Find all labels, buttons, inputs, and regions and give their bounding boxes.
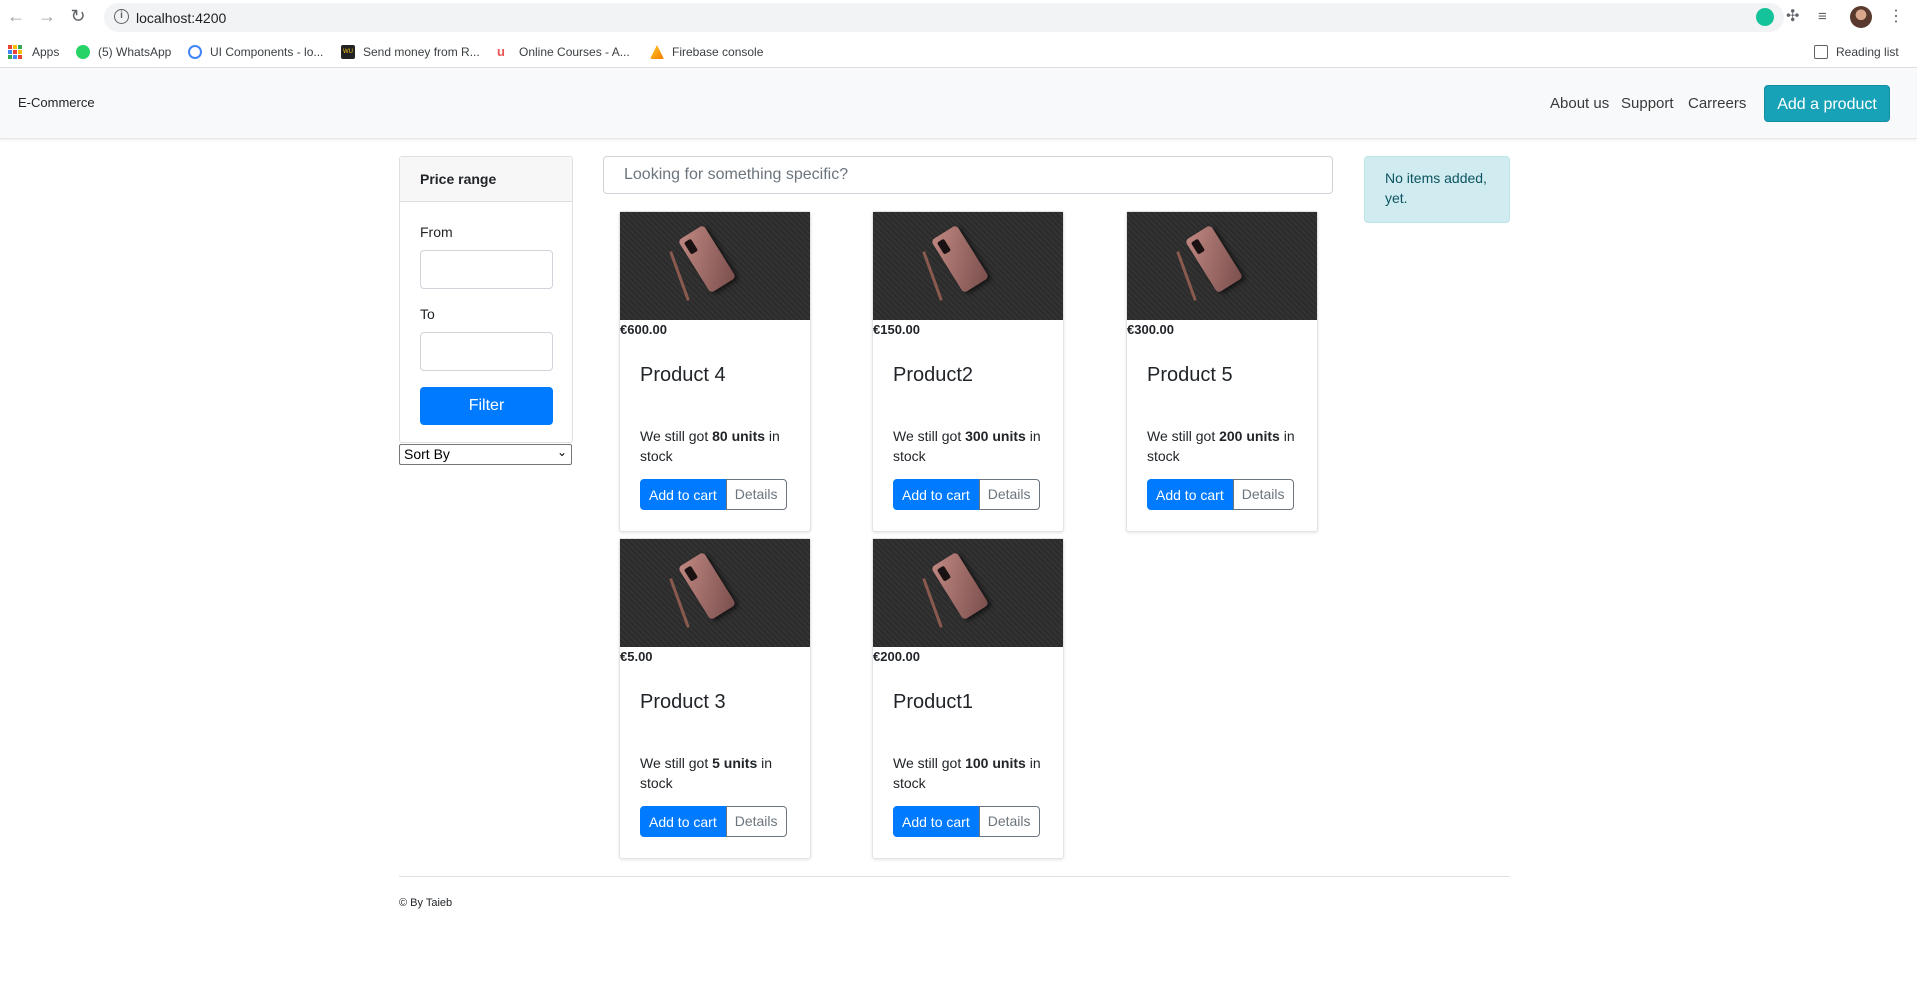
- product-image[interactable]: [620, 212, 810, 320]
- price-from-input[interactable]: [420, 250, 553, 289]
- product-card: €150.00 Product2 We still got 300 units …: [872, 211, 1064, 532]
- product-name: Product 3: [640, 691, 726, 713]
- product-actions: Add to cart Details: [1147, 479, 1294, 510]
- product-price: €200.00: [873, 649, 920, 664]
- bookmarks-bar: Apps (5) WhatsApp UI Components - lo... …: [0, 35, 1917, 68]
- menu-kebab-icon[interactable]: ⋮: [1888, 8, 1906, 26]
- from-label: From: [420, 224, 453, 240]
- wu-icon: WU: [341, 45, 355, 59]
- bookmark-apps[interactable]: Apps: [8, 43, 59, 61]
- details-button[interactable]: Details: [978, 806, 1040, 837]
- add-product-button[interactable]: Add a product: [1764, 85, 1890, 122]
- product-name: Product 5: [1147, 364, 1233, 386]
- udemy-icon: u: [497, 44, 505, 59]
- media-queue-icon[interactable]: ≡: [1818, 8, 1836, 26]
- add-to-cart-button[interactable]: Add to cart: [640, 479, 726, 510]
- sort-by-select[interactable]: Sort By ⌄: [399, 444, 572, 465]
- back-arrow-icon[interactable]: ←: [6, 6, 26, 26]
- whatsapp-icon: [76, 45, 90, 59]
- product-actions: Add to cart Details: [640, 806, 787, 837]
- bookmark-firebase[interactable]: Firebase console: [650, 43, 763, 61]
- product-price: €600.00: [620, 322, 667, 337]
- nav-about-us[interactable]: About us: [1550, 95, 1609, 112]
- product-actions: Add to cart Details: [893, 806, 1040, 837]
- footer-credit: © By Taieb: [399, 897, 453, 909]
- product-image[interactable]: [620, 539, 810, 647]
- product-stock: We still got 5 units in stock: [640, 755, 773, 791]
- sort-selected-value: Sort By: [404, 446, 450, 462]
- filter-button[interactable]: Filter: [420, 387, 553, 425]
- add-to-cart-button[interactable]: Add to cart: [640, 806, 726, 837]
- reading-list-icon: [1814, 45, 1828, 59]
- product-image[interactable]: [873, 539, 1063, 647]
- product-card: €300.00 Product 5 We still got 200 units…: [1126, 211, 1318, 532]
- product-card: €600.00 Product 4 We still got 80 units …: [619, 211, 811, 532]
- product-image[interactable]: [873, 212, 1063, 320]
- product-stock: We still got 300 units in stock: [893, 428, 1041, 464]
- add-to-cart-button[interactable]: Add to cart: [893, 806, 979, 837]
- add-to-cart-button[interactable]: Add to cart: [893, 479, 979, 510]
- reading-list[interactable]: Reading list: [1814, 43, 1899, 61]
- product-name: Product2: [893, 364, 974, 386]
- cart-empty-alert: No items added, yet.: [1364, 156, 1510, 223]
- bookmark-online-courses[interactable]: u Online Courses - A...: [497, 43, 630, 61]
- product-name: Product 4: [640, 364, 726, 386]
- browser-toolbar: ← → ↻ i localhost:4200 ☆ ✣ ≡ ⋮: [0, 0, 1917, 35]
- details-button[interactable]: Details: [1232, 479, 1294, 510]
- extensions-puzzle-icon[interactable]: ✣: [1786, 8, 1804, 26]
- reload-icon[interactable]: ↻: [68, 6, 88, 26]
- grammarly-extension-icon[interactable]: [1756, 8, 1774, 26]
- profile-avatar[interactable]: [1850, 6, 1872, 28]
- bookmark-whatsapp[interactable]: (5) WhatsApp: [76, 43, 171, 61]
- product-card: €5.00 Product 3 We still got 5 units in …: [619, 538, 811, 859]
- product-stock: We still got 80 units in stock: [640, 428, 780, 464]
- forward-arrow-icon[interactable]: →: [37, 6, 57, 26]
- bookmark-send-money[interactable]: WU Send money from R...: [341, 43, 480, 61]
- bookmark-ui-components[interactable]: UI Components - lo...: [188, 43, 323, 61]
- product-actions: Add to cart Details: [640, 479, 787, 510]
- firebase-icon: [650, 45, 664, 59]
- details-button[interactable]: Details: [978, 479, 1040, 510]
- search-input[interactable]: Looking for something specific?: [603, 156, 1333, 194]
- apps-grid-icon: [8, 45, 22, 59]
- address-bar[interactable]: i localhost:4200 ☆: [104, 3, 1784, 32]
- chevron-down-icon: ⌄: [556, 445, 567, 459]
- to-label: To: [420, 306, 435, 322]
- nav-careers[interactable]: Carreers: [1688, 95, 1746, 112]
- product-actions: Add to cart Details: [893, 479, 1040, 510]
- product-stock: We still got 100 units in stock: [893, 755, 1041, 791]
- product-price: €150.00: [873, 322, 920, 337]
- product-image[interactable]: [1127, 212, 1317, 320]
- brand-link[interactable]: E-Commerce: [18, 95, 95, 110]
- product-card: €200.00 Product1 We still got 100 units …: [872, 538, 1064, 859]
- product-price: €300.00: [1127, 322, 1174, 337]
- product-price: €5.00: [620, 649, 653, 664]
- price-range-title: Price range: [400, 157, 572, 202]
- details-button[interactable]: Details: [725, 479, 787, 510]
- product-stock: We still got 200 units in stock: [1147, 428, 1295, 464]
- price-range-card: Price range From To Filter: [399, 156, 573, 443]
- product-name: Product1: [893, 691, 974, 713]
- footer-divider: [399, 876, 1510, 877]
- nav-support[interactable]: Support: [1621, 95, 1674, 112]
- url-text[interactable]: localhost:4200: [136, 10, 226, 26]
- app-navbar: E-Commerce About us Support Carreers Add…: [0, 69, 1917, 139]
- details-button[interactable]: Details: [725, 806, 787, 837]
- price-to-input[interactable]: [420, 332, 553, 371]
- ui-components-icon: [188, 45, 202, 59]
- add-to-cart-button[interactable]: Add to cart: [1147, 479, 1233, 510]
- site-info-icon[interactable]: i: [114, 9, 129, 24]
